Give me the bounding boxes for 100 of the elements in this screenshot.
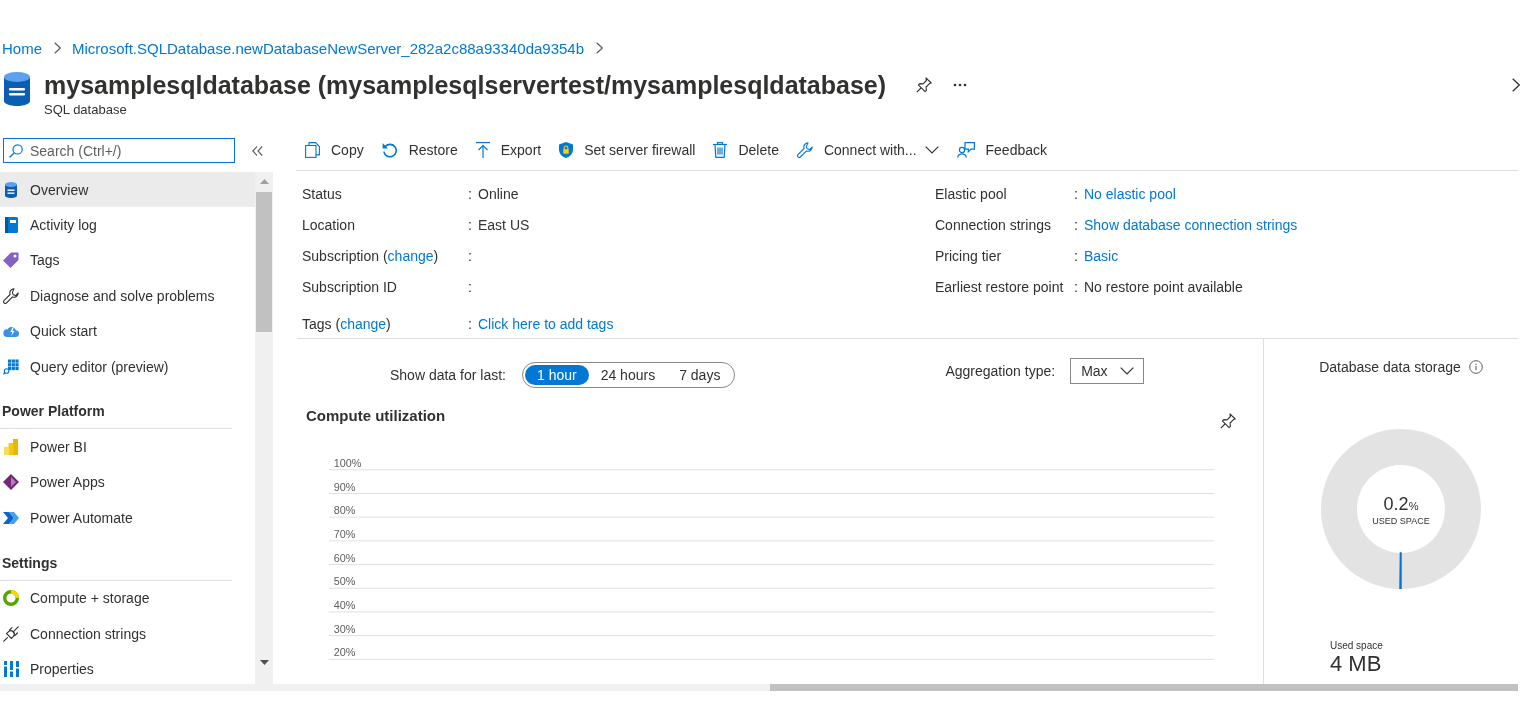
nav-item[interactable]: Compute + storage <box>0 580 255 616</box>
used-space-caption: USED SPACE <box>1372 516 1430 526</box>
y-axis-label: 50% <box>333 575 356 588</box>
property-link[interactable]: Show database connection strings <box>1084 216 1298 233</box>
person-bubble-icon <box>956 142 975 158</box>
section-heading: Power Platform <box>2 402 105 422</box>
page-subtitle: SQL database <box>44 102 128 118</box>
y-axis-label: 100% <box>333 456 362 469</box>
toolbar-button[interactable]: Restore <box>372 135 467 165</box>
plug-icon <box>3 625 19 642</box>
toolbar-button[interactable]: Feedback <box>947 135 1056 165</box>
label-colon: : <box>468 278 472 295</box>
chevron-right-icon[interactable] <box>1512 78 1520 92</box>
nav-item[interactable]: Power BI <box>0 429 255 465</box>
y-axis-label: 30% <box>333 622 356 635</box>
info-icon[interactable] <box>1468 360 1483 374</box>
double-chevron-left-icon[interactable] <box>252 146 263 156</box>
y-axis-label: 70% <box>333 527 356 540</box>
change-link[interactable]: change <box>340 315 387 332</box>
nav-item[interactable]: Diagnose and solve problems <box>0 278 255 314</box>
nav-item[interactable]: Quick start <box>0 313 255 349</box>
search-field[interactable]: Search (Ctrl+/) <box>3 138 235 163</box>
horizontal-scrollbar[interactable] <box>0 684 1518 691</box>
trash-icon <box>713 142 728 158</box>
toolbar-button[interactable]: Connect with... <box>787 135 948 165</box>
scrollbar-thumb[interactable] <box>770 684 1518 691</box>
notebook-icon <box>4 217 18 234</box>
toolbar-button[interactable]: Export <box>466 135 551 165</box>
ring-icon <box>3 590 19 607</box>
property-link[interactable]: No elastic pool <box>1084 185 1176 202</box>
property-link[interactable]: Click here to add tags <box>478 315 614 332</box>
property-value: No restore point available <box>1084 278 1243 295</box>
used-space-value: 4 MB <box>1330 652 1383 676</box>
property-label: Earliest restore point <box>935 278 1064 295</box>
label-colon: : <box>468 247 472 264</box>
section-heading: Settings <box>2 553 58 573</box>
change-link[interactable]: change <box>387 247 434 264</box>
tag-icon <box>3 252 19 269</box>
triangle-down-icon[interactable] <box>259 660 269 665</box>
nav-item[interactable]: Properties <box>0 651 255 684</box>
chevron-down-icon <box>1119 367 1134 375</box>
bars-icon <box>3 661 19 677</box>
pin-icon[interactable] <box>1220 413 1236 429</box>
label-colon: : <box>1074 185 1078 202</box>
diamond-icon <box>3 474 19 491</box>
aggregation-label: Aggregation type: <box>945 363 1056 379</box>
more-icon[interactable] <box>953 83 968 87</box>
bar-chart-icon <box>4 439 18 456</box>
arrow-up-icon <box>475 142 490 158</box>
property-label: Status <box>302 185 342 202</box>
label-colon: : <box>1074 216 1078 233</box>
nav-item[interactable]: Power Automate <box>0 500 255 536</box>
used-space-label: Used space <box>1330 639 1383 652</box>
property-link[interactable]: Basic <box>1084 247 1119 264</box>
vertical-scrollbar[interactable] <box>255 172 273 684</box>
toolbar-button[interactable]: Set server firewall <box>550 135 705 165</box>
property-value: Online <box>478 185 519 202</box>
time-range-tab[interactable]: 1 hour <box>524 365 589 385</box>
toolbar-button[interactable]: Delete <box>704 135 788 165</box>
wrench-icon <box>3 287 19 304</box>
grid-icon <box>3 358 19 375</box>
nav-item[interactable]: Overview <box>0 172 255 208</box>
shield-icon <box>559 142 574 158</box>
aggregation-dropdown[interactable]: Max <box>1070 358 1144 384</box>
y-axis-label: 40% <box>333 598 356 611</box>
property-label: Tags (change) <box>302 315 391 332</box>
chevron-right-icon <box>596 42 604 54</box>
database-icon <box>5 181 17 198</box>
undo-icon <box>381 142 398 158</box>
property-value: East US <box>478 216 530 233</box>
breadcrumb-link[interactable]: Home <box>2 39 42 57</box>
nav-item[interactable]: Connection strings <box>0 615 255 652</box>
nav-item[interactable]: Tags <box>0 242 255 279</box>
property-label: Elastic pool <box>935 185 1007 202</box>
nav-item[interactable]: Power Apps <box>0 464 255 501</box>
toolbar-button[interactable]: Copy <box>296 135 373 165</box>
property-label: Pricing tier <box>935 247 1002 264</box>
page-title: mysamplesqldatabase (mysamplesqlservertest/mysamplesqldatabase) <box>44 70 887 101</box>
property-label: Subscription (change) <box>302 247 439 264</box>
breadcrumb-link[interactable]: Microsoft.SQLDatabase.newDatabaseNewServer_282a2c88a93340da9354b <box>72 39 585 57</box>
wrench-icon <box>796 142 813 158</box>
cloud-icon <box>3 325 19 338</box>
search-icon <box>9 143 23 158</box>
label-colon: : <box>1074 247 1078 264</box>
time-range-tab[interactable]: 24 hours <box>588 365 668 385</box>
time-range-tab[interactable]: 7 days <box>667 365 733 385</box>
y-axis-label: 60% <box>333 551 356 564</box>
time-range-label: Show data for last: <box>390 367 506 383</box>
pin-icon[interactable] <box>916 77 933 93</box>
scrollbar-thumb[interactable] <box>256 192 272 332</box>
nav-item[interactable]: Query editor (preview) <box>0 348 255 385</box>
chart-title: Compute utilization <box>306 406 446 426</box>
property-label: Connection strings <box>935 216 1051 233</box>
label-colon: : <box>468 185 472 202</box>
property-label: Subscription ID <box>302 278 397 295</box>
database-icon <box>4 72 30 106</box>
chevron-down-icon <box>924 146 939 154</box>
used-percentage: 0.2% <box>1383 494 1419 514</box>
label-colon: : <box>468 216 472 233</box>
nav-item[interactable]: Activity log <box>0 207 255 243</box>
